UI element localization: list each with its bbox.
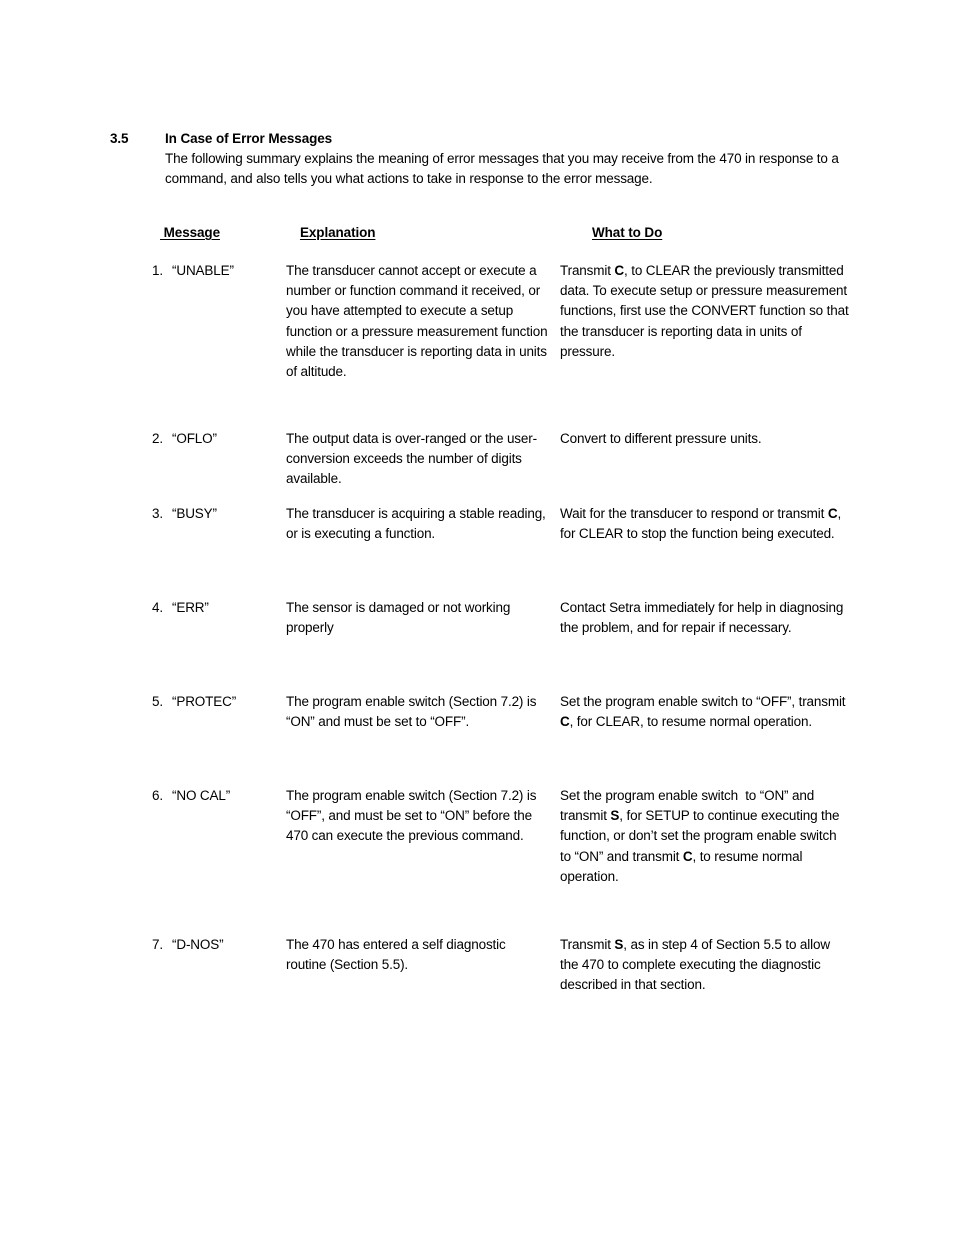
cell-what-to-do: Set the program enable switch to “OFF”, …: [560, 694, 850, 730]
table-row: 7. “D-NOS” The 470 has entered a self diag…: [0, 935, 954, 1029]
table-row: 2. “OFLO” The output data is over-ranged o…: [0, 429, 954, 504]
cell-explanation: The transducer is acquiring a stable rea…: [286, 506, 550, 542]
table-row: 1. “UNABLE” The transducer cannot accept o…: [0, 261, 954, 429]
section-intro-paragraph: The following summary explains the meani…: [165, 149, 840, 189]
table-column-headers: Message Explanation What to Do: [0, 223, 954, 243]
cell-what-to-do: Transmit C, to CLEAR the previously tran…: [560, 263, 853, 359]
cell-message: “BUSY”: [172, 506, 217, 521]
column-header-what-to-do: What to Do: [592, 225, 663, 240]
cell-explanation: The transducer cannot accept or execute …: [286, 263, 552, 380]
cell-message: “OFLO”: [172, 431, 217, 446]
column-header-explanation: Explanation: [300, 225, 376, 240]
cell-what-to-do: Convert to different pressure units.: [560, 431, 762, 446]
cell-what-to-do: Transmit S, as in step 4 of Section 5.5 …: [560, 937, 834, 993]
cell-explanation: The 470 has entered a self diagnostic ro…: [286, 937, 510, 973]
cell-message: “NO CAL”: [172, 788, 231, 803]
cell-what-to-do: Set the program enable switch to “ON” an…: [560, 788, 843, 884]
cell-message: “PROTEC”: [172, 694, 237, 709]
cell-explanation: The output data is over-ranged or the us…: [286, 431, 537, 487]
section-number: 3.5: [110, 131, 129, 146]
page-title: In Case of Error Messages: [165, 131, 333, 146]
cell-message: “UNABLE”: [172, 263, 234, 278]
section-heading-block: 3.5 In Case of Error Messages The follow…: [110, 129, 840, 186]
cell-message: “D-NOS”: [172, 937, 224, 952]
cell-explanation: The sensor is damaged or not working pro…: [286, 600, 514, 636]
cell-what-to-do: Contact Setra immediately for help in di…: [560, 600, 847, 636]
column-header-message: Message: [160, 225, 220, 240]
table-row: 3. “BUSY” The transducer is acquiring a st…: [0, 504, 954, 598]
cell-message: “ERR”: [172, 600, 209, 615]
cell-what-to-do: Wait for the transducer to respond or tr…: [560, 506, 845, 542]
section-intro-text: The following summary explains the meani…: [165, 151, 839, 187]
table-row: 4. “ERR” The sensor is damaged or not work…: [0, 598, 954, 692]
document-page: 3.5 In Case of Error Messages The follow…: [0, 0, 954, 1235]
cell-explanation: The program enable switch (Section 7.2) …: [286, 788, 540, 844]
table-row: 5. “PROTEC” The program enable switch (Sec…: [0, 692, 954, 786]
cell-explanation: The program enable switch (Section 7.2) …: [286, 694, 540, 730]
table-row: 6. “NO CAL” The program enable switch (Sec…: [0, 786, 954, 935]
section-title-row: 3.5 In Case of Error Messages: [110, 129, 840, 148]
